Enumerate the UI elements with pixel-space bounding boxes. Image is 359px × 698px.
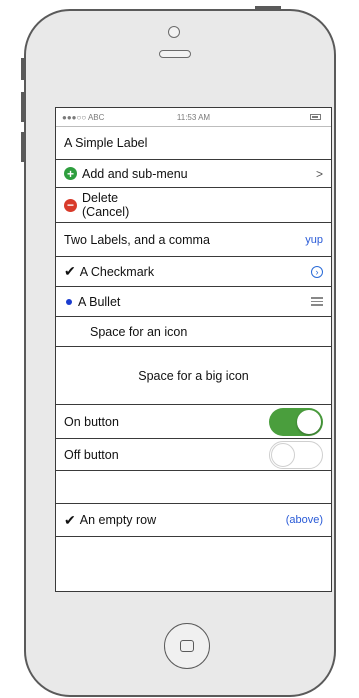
camera-icon: [168, 26, 180, 38]
row-empty-label[interactable]: ✔ An empty row (above): [56, 504, 331, 537]
row-detail-label: yup: [305, 233, 323, 246]
row-off-button[interactable]: Off button: [56, 439, 331, 471]
row-label: An empty row: [79, 513, 157, 527]
row-label: A Simple Label: [64, 136, 148, 150]
power-button: [255, 6, 281, 9]
row-bullet[interactable]: A Bullet: [56, 287, 331, 317]
battery-icon: [310, 114, 321, 120]
volume-down-button: [21, 132, 24, 162]
row-label: On button: [64, 414, 119, 429]
row-delete[interactable]: − Delete (Cancel): [56, 188, 331, 223]
cancel-label[interactable]: (Cancel): [82, 205, 129, 219]
hamburger-icon[interactable]: [311, 297, 323, 306]
checkmark-icon: ✔: [64, 263, 76, 279]
volume-up-button: [21, 92, 24, 122]
row-label: Off button: [64, 447, 119, 462]
status-bar: ●●●○○ ABC 11:53 AM: [56, 108, 331, 127]
toggle-knob: [271, 442, 295, 467]
minus-circle-icon[interactable]: −: [64, 198, 77, 212]
row-label: A Bullet: [78, 294, 121, 309]
row-space-icon[interactable]: Space for an icon: [56, 317, 331, 347]
info-circle-icon[interactable]: ›: [311, 265, 323, 278]
row-label: Two Labels, and a comma: [64, 232, 210, 247]
toggle-switch-off[interactable]: [269, 440, 323, 469]
speaker-grille: [159, 50, 191, 58]
bullet-icon: [66, 298, 72, 305]
home-square-icon: [180, 640, 194, 652]
row-label: Space for a big icon: [138, 368, 249, 383]
row-add-submenu[interactable]: + Add and sub-menu >: [56, 160, 331, 188]
chevron-right-icon: >: [315, 166, 323, 181]
mute-switch: [21, 58, 24, 80]
phone-screen: ●●●○○ ABC 11:53 AM A Simple Label + Add …: [55, 107, 332, 592]
row-detail-label: (above): [285, 514, 323, 526]
checkmark-icon: ✔: [64, 511, 76, 528]
row-space-big-icon[interactable]: Space for a big icon: [56, 347, 331, 405]
delete-text: Delete (Cancel): [82, 191, 129, 219]
status-time: 11:53 AM: [176, 112, 211, 122]
row-on-button[interactable]: On button: [56, 405, 331, 439]
home-button[interactable]: [164, 623, 210, 669]
plus-circle-icon: +: [64, 167, 77, 180]
row-label: A Checkmark: [79, 264, 155, 279]
row-checkmark[interactable]: ✔ A Checkmark ›: [56, 257, 331, 287]
toggle-switch-on[interactable]: [269, 407, 323, 436]
delete-label: Delete: [82, 191, 119, 205]
row-empty[interactable]: [56, 471, 331, 504]
row-label: Add and sub-menu: [82, 166, 188, 181]
row-label: Space for an icon: [90, 324, 188, 339]
toggle-knob: [297, 409, 321, 434]
row-simple-label[interactable]: A Simple Label: [56, 127, 331, 160]
row-two-labels[interactable]: Two Labels, and a comma yup: [56, 223, 331, 257]
